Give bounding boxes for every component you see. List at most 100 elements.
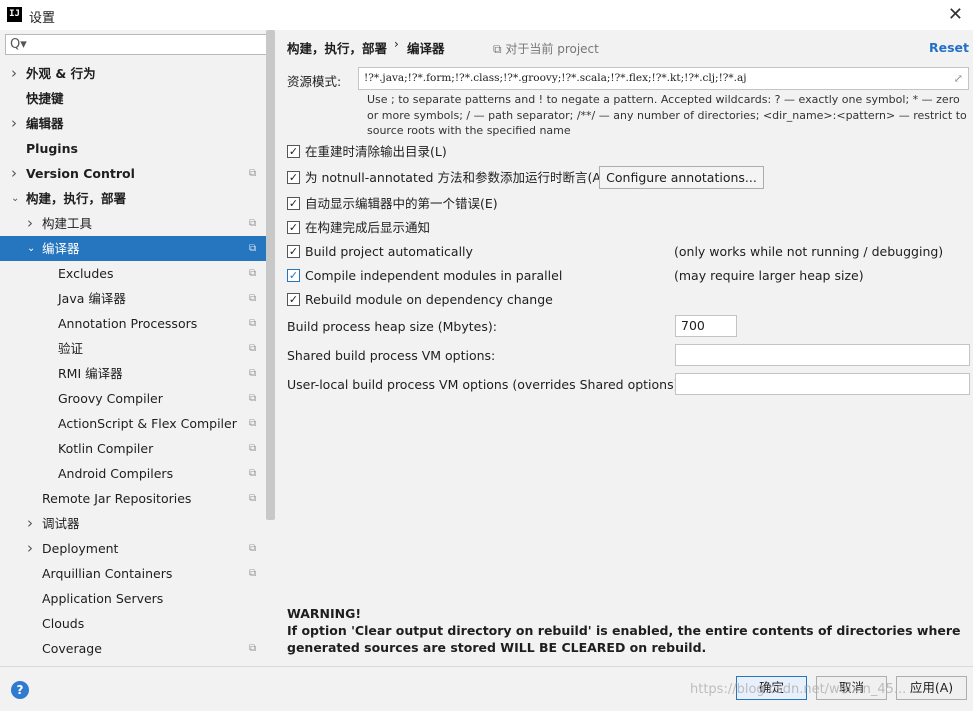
chevron-right-icon[interactable]: › — [11, 161, 17, 186]
chevron-right-icon[interactable]: › — [27, 536, 33, 561]
checkbox[interactable]: ✓ — [287, 293, 300, 306]
tree-item-label: Remote Jar Repositories — [42, 491, 192, 506]
checkbox-label: Compile independent modules in parallel — [305, 268, 563, 283]
checkbox-label: Build project automatically — [305, 244, 473, 259]
tree-item[interactable]: › Deployment ⧉ — [0, 536, 266, 561]
breadcrumb-parent[interactable]: 构建，执行，部署 — [287, 38, 387, 57]
checkbox[interactable]: ✓ — [287, 245, 300, 258]
tree-item-label: Excludes — [58, 266, 114, 281]
checkbox-label: 自动显示编辑器中的第一个错误(E) — [305, 196, 498, 211]
project-level-icon: ⧉ — [249, 293, 257, 304]
tree-item-label: Deployment — [42, 541, 119, 556]
tree-item[interactable]: Coverage ⧉ — [0, 636, 266, 661]
chevron-down-icon[interactable]: ⌄ — [11, 186, 19, 211]
project-level-icon: ⧉ — [249, 318, 257, 329]
close-icon[interactable]: ✕ — [948, 4, 963, 25]
chevron-right-icon[interactable]: › — [27, 511, 33, 536]
chevron-right-icon[interactable]: › — [11, 61, 17, 86]
checkbox-note: (only works while not running / debuggin… — [674, 244, 944, 259]
breadcrumb-separator: › — [394, 37, 399, 51]
cancel-button[interactable]: 取消 — [816, 676, 887, 700]
tree-item-label: Application Servers — [42, 591, 164, 606]
checkbox[interactable]: ✓ — [287, 171, 300, 184]
tree-item-label: 验证 — [58, 341, 84, 356]
tree-item[interactable]: 快捷键 — [0, 86, 266, 111]
ok-button[interactable]: 确定 — [736, 676, 807, 700]
tree-item[interactable]: › 外观 & 行为 — [0, 61, 266, 86]
tree-item-label: Arquillian Containers — [42, 566, 173, 581]
project-level-icon: ⧉ — [249, 343, 257, 354]
tree-item-label: 调试器 — [42, 516, 80, 531]
reset-link[interactable]: Reset — [929, 40, 969, 55]
heap-size-input[interactable]: 700 — [675, 315, 737, 337]
resource-patterns-label: 资源模式: — [287, 74, 342, 89]
dialog-footer: ? 确定 取消 应用(A) https://blog.csdn.net/weix… — [0, 666, 973, 711]
compiler-settings-panel: 构建，执行，部署 › 编译器 ⧉ 对于当前 project Reset 资源模式… — [276, 30, 973, 666]
shared-vm-options-label: Shared build process VM options: — [287, 348, 496, 363]
project-level-icon: ⧉ — [249, 493, 257, 504]
checkbox[interactable]: ✓ — [287, 269, 300, 282]
checkbox[interactable]: ✓ — [287, 145, 300, 158]
tree-item[interactable]: ⌄ 构建，执行，部署 — [0, 186, 266, 211]
warning-text: If option 'Clear output directory on reb… — [287, 623, 961, 655]
checkbox-label: 为 notnull-annotated 方法和参数添加运行时断言(A) — [305, 170, 606, 185]
project-level-icon: ⧉ — [249, 393, 257, 404]
tree-item-label: Clouds — [42, 616, 85, 631]
resource-patterns-hint: Use ; to separate patterns and ! to nega… — [367, 93, 967, 137]
tree-item[interactable]: › 调试器 — [0, 511, 266, 536]
chevron-down-icon[interactable]: ⌄ — [27, 236, 35, 261]
tree-item[interactable]: 验证 ⧉ — [0, 336, 266, 361]
checkbox-note: (may require larger heap size) — [674, 268, 864, 283]
window-title: 设置 — [29, 11, 56, 26]
tree-item[interactable]: Excludes ⧉ — [0, 261, 266, 286]
tree-item[interactable]: › 编辑器 — [0, 111, 266, 136]
help-icon[interactable]: ? — [11, 681, 29, 699]
tree-item-label: 外观 & 行为 — [26, 66, 96, 81]
tree-item-label: 构建工具 — [42, 216, 93, 231]
tree-item[interactable]: › 构建工具 ⧉ — [0, 211, 266, 236]
tree-item-label: Coverage — [42, 641, 102, 656]
breadcrumb-current: 编译器 — [407, 41, 445, 56]
user-vm-options-input[interactable] — [675, 373, 970, 395]
project-level-icon: ⧉ — [249, 268, 257, 279]
tree-item[interactable]: ActionScript & Flex Compiler ⧉ — [0, 411, 266, 436]
tree-item[interactable]: Remote Jar Repositories ⧉ — [0, 486, 266, 511]
resource-patterns-field[interactable]: !?*.java;!?*.form;!?*.class;!?*.groovy;!… — [358, 67, 969, 90]
tree-item[interactable]: Android Compilers ⧉ — [0, 461, 266, 486]
tree-item[interactable]: Java 编译器 ⧉ — [0, 286, 266, 311]
project-level-icon: ⧉ — [249, 218, 257, 229]
tree-item[interactable]: Application Servers — [0, 586, 266, 611]
tree-item[interactable]: Groovy Compiler ⧉ — [0, 386, 266, 411]
tree-item[interactable]: RMI 编译器 ⧉ — [0, 361, 266, 386]
rebuild-warning: WARNING! If option 'Clear output directo… — [287, 605, 967, 656]
configure-annotations-button[interactable]: Configure annotations... — [599, 166, 764, 189]
project-level-icon: ⧉ — [249, 568, 257, 579]
project-level-icon: ⧉ — [249, 468, 257, 479]
chevron-right-icon[interactable]: › — [11, 111, 17, 136]
project-level-icon: ⧉ — [249, 168, 257, 179]
search-input[interactable]: Q▾ — [5, 34, 268, 55]
shared-vm-options-input[interactable] — [675, 344, 970, 366]
checkbox[interactable]: ✓ — [287, 221, 300, 234]
tree-item[interactable]: › Version Control ⧉ — [0, 161, 266, 186]
tree-item-label: Java 编译器 — [58, 291, 126, 306]
tree-item-label: Version Control — [26, 166, 135, 181]
tree-item-label: Android Compilers — [58, 466, 174, 481]
checkbox-label: 在构建完成后显示通知 — [305, 220, 431, 235]
user-vm-options-label: User-local build process VM options (ove… — [287, 377, 683, 392]
tree-item[interactable]: ⌄ 编译器 ⧉ — [0, 236, 266, 261]
project-scope-label: ⧉ 对于当前 project — [493, 42, 599, 56]
tree-item[interactable]: Annotation Processors ⧉ — [0, 311, 266, 336]
project-level-icon: ⧉ — [249, 543, 257, 554]
tree-item[interactable]: Kotlin Compiler ⧉ — [0, 436, 266, 461]
checkbox[interactable]: ✓ — [287, 197, 300, 210]
expand-icon[interactable]: ⤢ — [954, 68, 963, 89]
apply-button[interactable]: 应用(A) — [896, 676, 967, 700]
sidebar-scrollbar[interactable] — [266, 30, 275, 520]
heap-size-label: Build process heap size (Mbytes): — [287, 319, 497, 334]
tree-item[interactable]: Clouds — [0, 611, 266, 636]
tree-item[interactable]: Plugins — [0, 136, 266, 161]
search-icon: Q▾ — [10, 37, 27, 52]
tree-item[interactable]: Arquillian Containers ⧉ — [0, 561, 266, 586]
chevron-right-icon[interactable]: › — [27, 211, 33, 236]
